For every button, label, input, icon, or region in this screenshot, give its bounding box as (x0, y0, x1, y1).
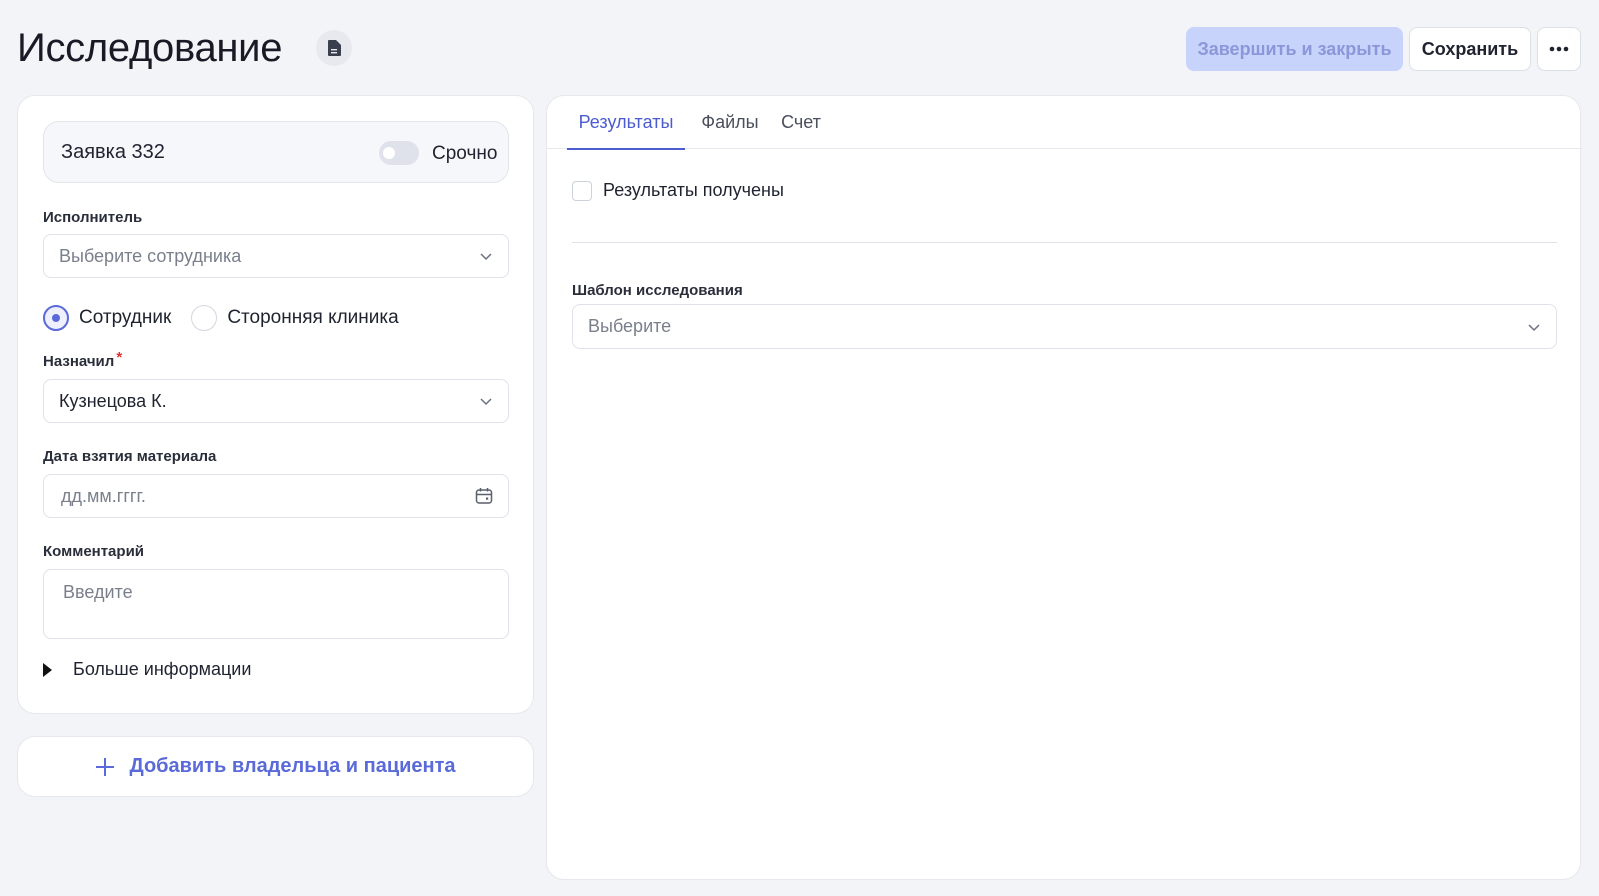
results-card: Результаты Файлы Счет Результаты получен… (546, 95, 1582, 880)
tab-files[interactable]: Файлы (699, 96, 761, 149)
calendar-icon[interactable] (475, 487, 493, 505)
radio-external-clinic-label[interactable]: Сторонняя клиника (227, 307, 398, 329)
request-title: Заявка 332 (61, 141, 165, 163)
performer-type-radio-group: Сотрудник Сторонняя клиника (43, 303, 419, 333)
assigned-by-value: Кузнецова К. (59, 390, 167, 411)
tabs-bar: Результаты Файлы Счет (547, 96, 1582, 150)
performer-label: Исполнитель (43, 209, 143, 226)
request-details-card: Заявка 332 Срочно Исполнитель Выберите с… (17, 95, 534, 714)
finish-and-close-button[interactable]: Завершить и закрыть (1186, 27, 1403, 71)
divider (572, 242, 1557, 243)
more-button[interactable] (1537, 27, 1581, 71)
required-mark: * (116, 349, 123, 366)
material-date-input[interactable]: дд.мм.гггг. (43, 474, 509, 518)
comment-label: Комментарий (43, 543, 145, 560)
more-horizontal-icon (1549, 46, 1569, 52)
radio-dot (52, 314, 60, 322)
template-select[interactable]: Выберите (572, 304, 1557, 349)
material-date-placeholder: дд.мм.гггг. (61, 485, 146, 506)
caret-right-icon (43, 662, 52, 677)
assigned-by-label: Назначил * (43, 349, 122, 370)
results-received-checkbox[interactable] (572, 180, 592, 201)
save-button[interactable]: Сохранить (1409, 27, 1531, 71)
tab-invoice[interactable]: Счет (779, 96, 823, 149)
results-received-label: Результаты получены (603, 180, 784, 200)
assigned-by-select[interactable]: Кузнецова К. (43, 379, 509, 423)
plus-icon (96, 757, 115, 776)
urgent-label: Срочно (432, 143, 498, 164)
performer-select[interactable]: Выберите сотрудника (43, 234, 509, 278)
material-date-label: Дата взятия материала (43, 448, 217, 465)
template-placeholder: Выберите (588, 316, 672, 336)
template-label: Шаблон исследования (572, 282, 743, 299)
tab-results[interactable]: Результаты (567, 96, 685, 150)
radio-external-clinic[interactable] (191, 305, 218, 331)
chevron-down-icon (1528, 323, 1540, 331)
chevron-down-icon (480, 398, 492, 406)
radio-employee[interactable] (43, 305, 69, 331)
toggle-knob (383, 147, 395, 159)
request-box: Заявка 332 Срочно (43, 121, 509, 183)
document-icon (328, 40, 341, 56)
more-info-toggle[interactable]: Больше информации (43, 659, 251, 680)
document-button[interactable] (316, 30, 352, 66)
page-header: Исследование Завершить и закрыть Сохрани… (0, 0, 1599, 94)
urgent-toggle[interactable] (379, 141, 419, 165)
performer-placeholder: Выберите сотрудника (59, 245, 242, 266)
results-received-row[interactable]: Результаты получены (572, 180, 784, 201)
assigned-by-label-text: Назначил (43, 353, 115, 370)
comment-textarea[interactable]: Введите (43, 569, 509, 639)
add-owner-patient-button[interactable]: Добавить владельца и пациента (17, 736, 534, 797)
chevron-down-icon (480, 253, 492, 261)
more-info-label: Больше информации (73, 659, 252, 679)
add-owner-patient-label: Добавить владельца и пациента (129, 755, 456, 777)
page-title: Исследование (17, 26, 283, 70)
radio-employee-label[interactable]: Сотрудник (79, 307, 171, 329)
